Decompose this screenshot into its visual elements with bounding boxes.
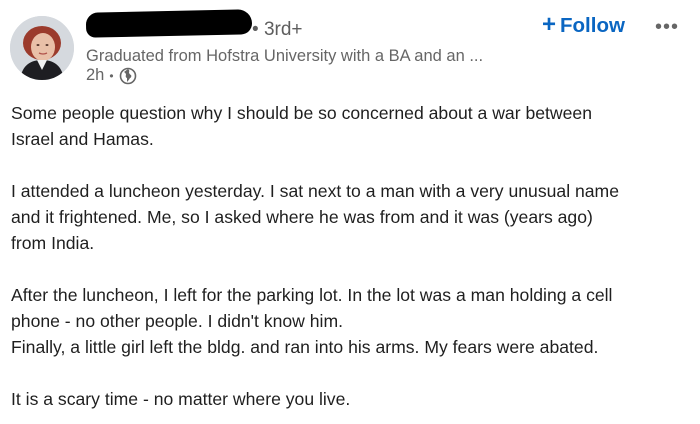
post-time: 2h [86,66,105,84]
follow-button[interactable]: + Follow [542,11,625,38]
meta-separator: • [109,68,114,83]
author-avatar[interactable] [10,16,74,80]
plus-icon: + [542,11,557,38]
avatar-photo [10,16,74,80]
follow-label: Follow [560,14,625,37]
post-paragraph: After the luncheon, I left for the parki… [11,285,613,357]
post-paragraph: Some people question why I should be so … [11,103,592,149]
post-paragraph: It is a scary time - no matter where you… [11,389,351,409]
more-dots-icon[interactable]: ••• [655,16,679,39]
post-meta: 2h • [86,66,137,85]
author-headline: Graduated from Hofstra University with a… [86,47,484,65]
post-paragraph: I attended a luncheon yesterday. I sat n… [11,181,619,253]
feed-post: • 3rd+ Graduated from Hofstra University… [0,0,700,424]
globe-icon [119,67,137,85]
author-name-redacted [85,9,253,38]
degree-separator: • [252,19,264,40]
connection-degree: • 3rd+ [252,19,303,40]
post-body: Some people question why I should be so … [11,100,691,424]
